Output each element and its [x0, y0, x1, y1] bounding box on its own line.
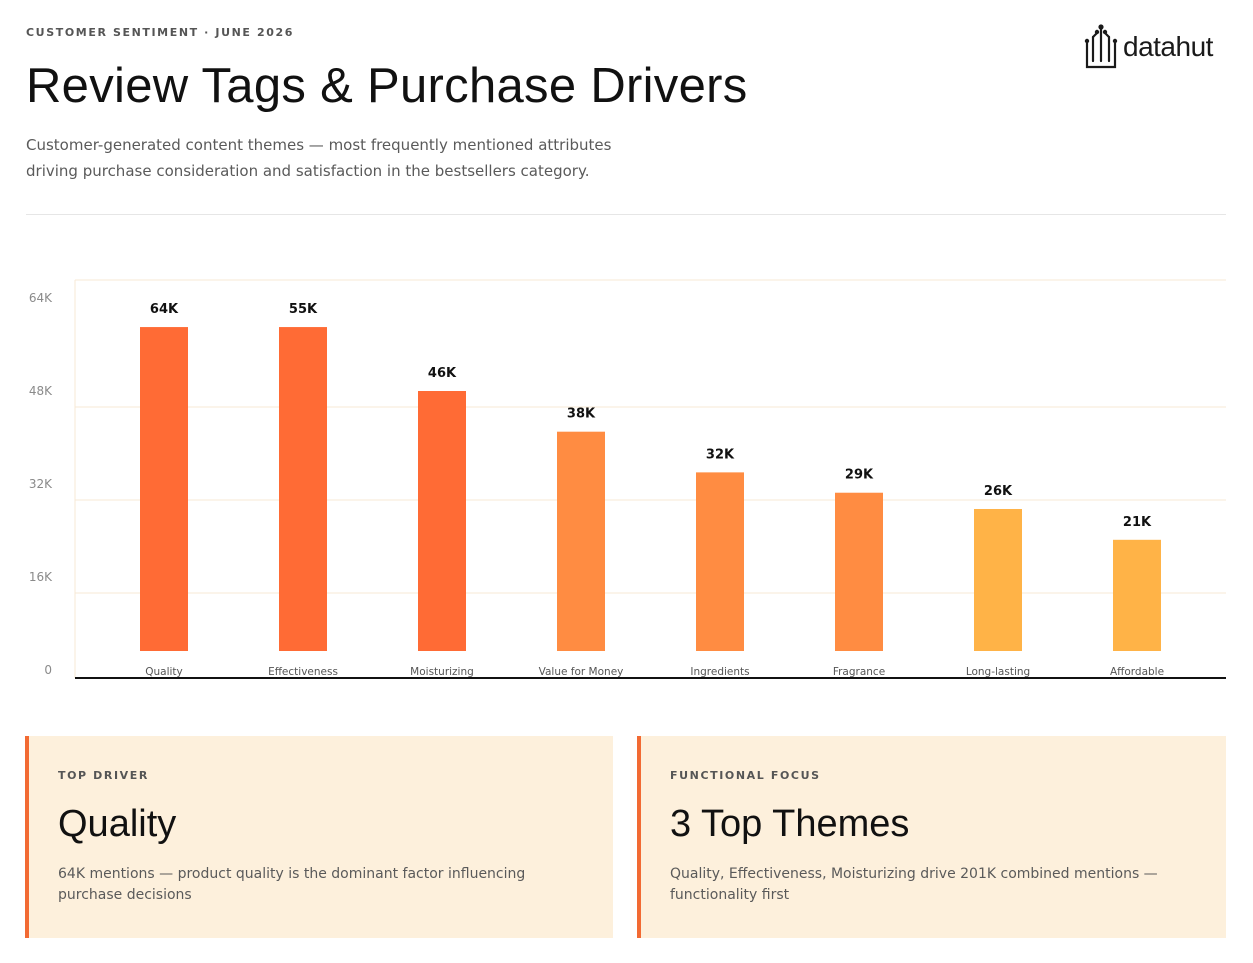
bar [696, 472, 744, 651]
x-tick-label: Effectiveness [268, 666, 338, 678]
x-tick-label: Affordable [1110, 666, 1164, 678]
bar [557, 431, 605, 651]
data-label: 32K [706, 447, 735, 462]
y-tick-label: 0 [44, 663, 52, 677]
card-description: Quality, Effectiveness, Moisturizing dri… [670, 866, 1158, 903]
datahut-logo: datahut [1083, 22, 1228, 72]
card-title: Quality [58, 803, 177, 845]
data-label: 46K [428, 366, 457, 381]
x-tick-label: Fragrance [833, 666, 885, 678]
data-label: 29K [845, 468, 874, 483]
data-label: 55K [289, 302, 318, 317]
y-tick-label: 48K [29, 384, 53, 398]
y-tick-label: 16K [29, 570, 53, 584]
card-label: TOP DRIVER [58, 769, 149, 782]
bar [835, 492, 883, 651]
eyebrow-label: CUSTOMER SENTIMENT · JUNE 2026 [26, 26, 294, 39]
bar-chart-svg: 0 16K 32K 48K 64K 64K Quality 55K Effectiveness 4… [29, 279, 1226, 679]
x-tick-label: Ingredients [690, 666, 749, 678]
card-label: FUNCTIONAL FOCUS [670, 769, 821, 782]
x-tick-label: Long-lasting [966, 666, 1030, 678]
bar [974, 508, 1022, 651]
bar [418, 391, 466, 651]
x-tick-label: Value for Money [539, 666, 624, 678]
bar [279, 327, 327, 651]
header-divider [26, 214, 1226, 215]
y-tick-label: 32K [29, 477, 53, 491]
bar-chart: 0 16K 32K 48K 64K 64K Quality 55K Effectiveness 4… [0, 270, 1253, 690]
page-subtitle: Customer-generated content themes — most… [26, 136, 612, 180]
card-description: 64K mentions — product quality is the do… [58, 866, 526, 903]
insight-card-top-driver: TOP DRIVER Quality 64K mentions — produc… [25, 736, 613, 938]
data-label: 26K [984, 484, 1013, 499]
logo-wordmark: datahut [1123, 31, 1213, 62]
insight-card-functional-focus: FUNCTIONAL FOCUS 3 Top Themes Quality, E… [637, 736, 1226, 938]
data-label: 64K [150, 302, 179, 317]
data-label: 38K [567, 407, 596, 422]
bar [140, 327, 188, 651]
y-tick-label: 64K [29, 291, 53, 305]
x-tick-label: Moisturizing [410, 666, 474, 678]
card-title: 3 Top Themes [670, 803, 910, 845]
page-title: Review Tags & Purchase Drivers [26, 59, 748, 113]
data-label: 21K [1123, 515, 1152, 530]
logo-mark-icon [1084, 24, 1118, 69]
x-tick-label: Quality [145, 666, 183, 678]
bar [1113, 539, 1161, 651]
